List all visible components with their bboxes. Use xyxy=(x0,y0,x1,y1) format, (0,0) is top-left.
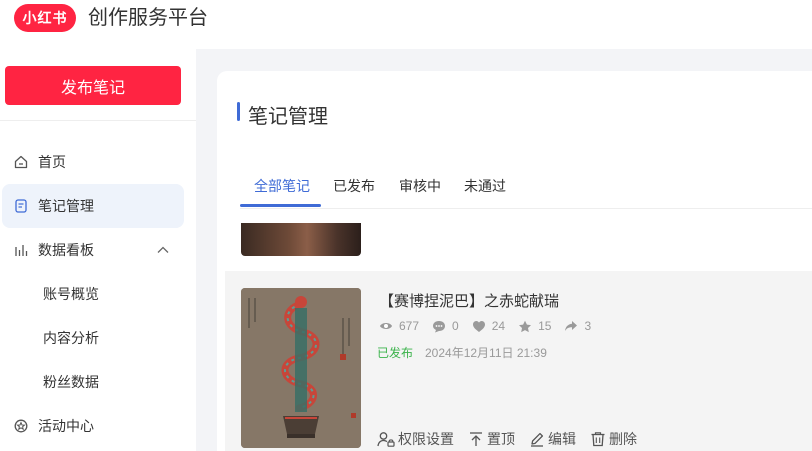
pin-top-button[interactable]: 置顶 xyxy=(468,429,515,449)
action-label: 置顶 xyxy=(487,431,515,447)
sidebar-subitem-account-overview[interactable]: 账号概览 xyxy=(43,272,99,316)
sidebar-item-home[interactable]: 首页 xyxy=(2,140,184,184)
tab-rejected[interactable]: 未通过 xyxy=(464,176,506,196)
edit-button[interactable]: 编辑 xyxy=(529,429,576,449)
trash-icon xyxy=(591,432,605,447)
tab-all-notes[interactable]: 全部笔记 xyxy=(254,176,310,196)
views-count: 677 xyxy=(399,319,420,333)
note-thumbnail[interactable] xyxy=(241,288,361,448)
user-lock-icon xyxy=(377,432,395,447)
comments-stat: 0 xyxy=(432,319,459,333)
note-actions: 权限设置 置顶 编辑 删除 xyxy=(377,429,651,449)
top-bar: 小红书 创作服务平台 xyxy=(0,0,812,49)
activity-icon xyxy=(13,418,29,434)
shares-stat: 3 xyxy=(564,319,591,333)
action-label: 编辑 xyxy=(548,431,576,447)
sidebar-subitem-fans-data[interactable]: 粉丝数据 xyxy=(43,360,99,404)
app-title: 创作服务平台 xyxy=(88,7,208,29)
sidebar-item-notes[interactable]: 笔记管理 xyxy=(2,184,184,228)
sidebar-divider xyxy=(0,120,196,121)
bar-chart-icon xyxy=(13,242,29,258)
publish-date: 2024年12月11日 21:39 xyxy=(425,346,547,360)
star-icon xyxy=(519,320,532,332)
sidebar-item-label: 笔记管理 xyxy=(38,198,94,214)
eye-icon xyxy=(380,323,392,329)
shares-count: 3 xyxy=(584,319,592,333)
sidebar-item-dashboard[interactable]: 数据看板 xyxy=(2,228,184,272)
action-label: 权限设置 xyxy=(398,431,454,447)
delete-button[interactable]: 删除 xyxy=(590,429,637,449)
heart-icon xyxy=(472,320,485,332)
sidebar-item-activity[interactable]: 活动中心 xyxy=(2,404,184,448)
active-tab-indicator xyxy=(240,204,321,207)
pin-top-icon xyxy=(470,432,482,446)
note-title[interactable]: 【赛博捏泥巴】之赤蛇献瑞 xyxy=(379,290,559,311)
main-panel: 笔记管理 全部笔记 已发布 审核中 未通过 【赛博捏泥巴】之赤蛇献瑞 677 0… xyxy=(217,71,812,451)
sidebar-item-label: 活动中心 xyxy=(38,418,94,434)
note-icon xyxy=(13,198,29,214)
tabs-divider xyxy=(240,208,812,209)
sidebar-subitem-content-analysis[interactable]: 内容分析 xyxy=(43,316,99,360)
likes-count: 24 xyxy=(491,319,506,333)
page-title: 笔记管理 xyxy=(248,106,328,128)
comments-count: 0 xyxy=(452,319,459,333)
likes-stat: 24 xyxy=(472,319,505,333)
comment-icon xyxy=(433,320,446,332)
status-badge: 已发布 xyxy=(377,346,414,360)
tab-reviewing[interactable]: 审核中 xyxy=(399,176,441,196)
home-icon xyxy=(13,154,29,170)
brand-logo[interactable]: 小红书 xyxy=(14,4,76,32)
sidebar-item-label: 数据看板 xyxy=(38,242,94,258)
sidebar: 发布笔记 首页 笔记管理 数据看板 账号概览 内容分析 粉丝数据 活动中心 xyxy=(0,49,196,451)
note-list-item[interactable]: 【赛博捏泥巴】之赤蛇献瑞 677 0 24 15 3 已发布 2024年12月1… xyxy=(225,271,812,451)
share-icon xyxy=(565,320,578,331)
sidebar-item-label: 首页 xyxy=(38,154,66,170)
chevron-up-icon[interactable] xyxy=(156,243,170,257)
collects-stat: 15 xyxy=(518,319,551,333)
views-stat: 677 xyxy=(379,319,419,333)
collects-count: 15 xyxy=(538,319,552,333)
title-accent-bar xyxy=(237,102,240,121)
tab-published[interactable]: 已发布 xyxy=(333,176,375,196)
permission-settings-button[interactable]: 权限设置 xyxy=(377,429,454,449)
edit-icon xyxy=(531,432,544,447)
publish-note-button[interactable]: 发布笔记 xyxy=(5,66,181,105)
note-stats: 677 0 24 15 3 xyxy=(379,318,604,334)
previous-note-thumbnail[interactable] xyxy=(241,223,361,256)
action-label: 删除 xyxy=(609,431,637,447)
